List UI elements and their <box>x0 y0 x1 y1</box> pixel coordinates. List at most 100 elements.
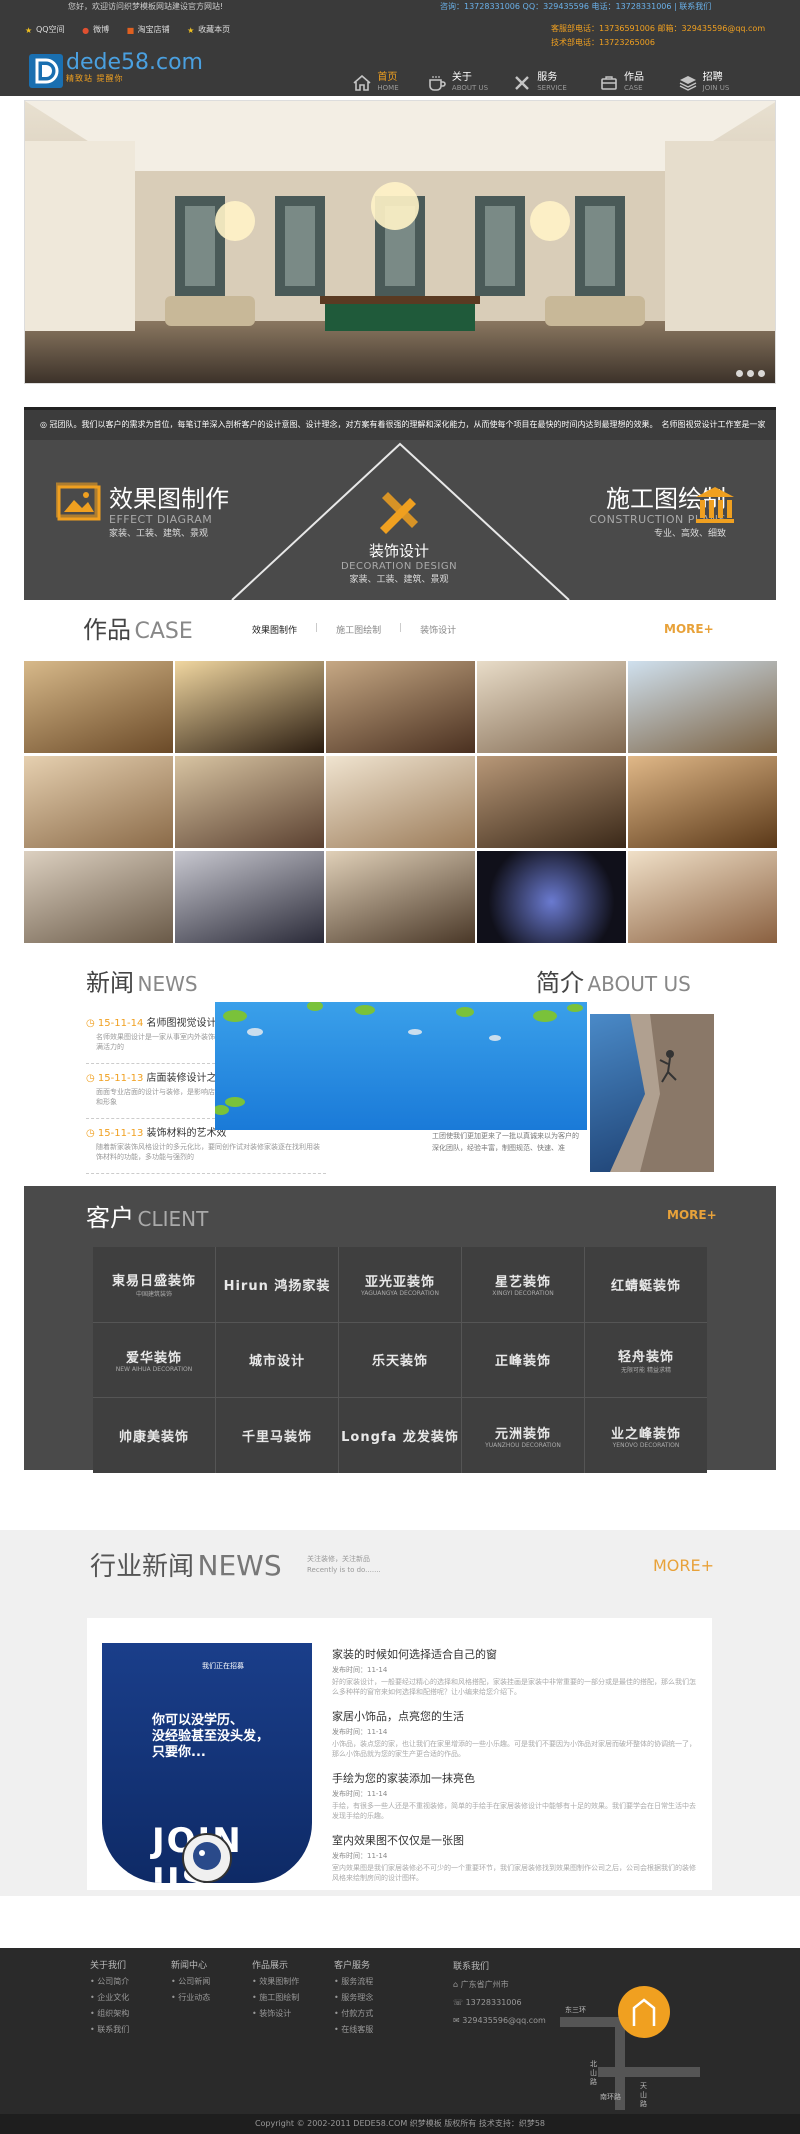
cup-icon <box>429 76 446 91</box>
client-logo[interactable]: 元洲装饰 YUANZHOU DECORATION <box>462 1398 584 1473</box>
industry-news-item[interactable]: 家装的时候如何选择适合自己的窗 发布时间：11-14 好的家装设计，一般要经过精… <box>332 1646 697 1708</box>
case-thumb[interactable] <box>477 661 626 753</box>
client-logo[interactable]: 业之峰装饰 YENOVO DECORATION <box>585 1398 707 1473</box>
industry-news-item[interactable]: 手绘为您的家装添加一抹亮色 发布时间：11-14 手绘，有很多一些人还是不重视装… <box>332 1770 697 1832</box>
stack-icon <box>679 76 696 91</box>
case-thumb[interactable] <box>24 661 173 753</box>
client-logo[interactable]: Longfa 龙发装饰 <box>339 1398 461 1473</box>
overlay-advert[interactable] <box>215 1002 587 1130</box>
footer-link[interactable]: • 组织架构 <box>90 2006 129 2022</box>
footer-link[interactable]: • 公司简介 <box>90 1974 129 1990</box>
client-logo[interactable]: 東易日盛装饰 中国建筑装饰 <box>93 1247 215 1322</box>
footer-link[interactable]: • 企业文化 <box>90 1990 129 2006</box>
service-center-en: DECORATION DESIGN <box>340 561 458 572</box>
hero-banner[interactable] <box>24 100 776 384</box>
case-thumb[interactable] <box>628 851 777 943</box>
industry-news-desc: 室内效果图是我们家居装修必不可少的一个重要环节，我们家居装修找到效果图制作公司之… <box>332 1864 696 1882</box>
industry-news-title: 手绘为您的家装添加一抹亮色 <box>332 1772 475 1785</box>
footer-link[interactable]: • 服务理念 <box>334 1990 373 2006</box>
client-name: 元洲装饰 <box>494 1426 551 1442</box>
footer-link[interactable]: • 服务流程 <box>334 1974 373 1990</box>
client-logo[interactable]: 城市设计 <box>216 1322 338 1398</box>
poster-line-3: 只要你... <box>152 1745 206 1760</box>
case-thumb[interactable] <box>477 851 626 943</box>
footer-address: 广东省广州市 <box>460 1980 509 1989</box>
footer-link[interactable]: • 付款方式 <box>334 2006 373 2022</box>
case-thumb[interactable] <box>175 661 324 753</box>
service-center-desc: 家装、工装、建筑、景观 <box>349 575 449 585</box>
bookmark-star-icon: ★ <box>187 26 195 35</box>
footer-link[interactable]: • 施工图绘制 <box>252 1990 299 2006</box>
case-thumb[interactable] <box>477 756 626 848</box>
services-band: 效果图制作 EFFECT DIAGRAM 家装、工装、建筑、景观 装饰设计 DE… <box>24 440 776 600</box>
case-thumb[interactable] <box>326 756 475 848</box>
banner-interior-image <box>25 101 775 383</box>
footer-email[interactable]: 329435596@qq.com <box>462 2016 546 2025</box>
footer-col-service: 客户服务 • 服务流程 • 服务理念 • 付款方式 • 在线客服 <box>334 1958 373 2038</box>
taobao-link[interactable]: ■ 淘宝店铺 <box>127 24 170 35</box>
case-thumb[interactable] <box>326 661 475 753</box>
footer-link[interactable]: • 公司新闻 <box>171 1974 210 1990</box>
nav-join[interactable]: 招聘 JOIN US <box>663 64 745 102</box>
client-logo[interactable]: 星艺装饰 XINGYI DECORATION <box>462 1247 584 1322</box>
industry-more-link[interactable]: MORE+ <box>653 1556 714 1575</box>
footer-link[interactable]: • 行业动态 <box>171 1990 210 2006</box>
client-name: 城市设计 <box>248 1354 305 1370</box>
site-logo[interactable]: dede58.com 精致站 提醒你 <box>28 52 203 89</box>
service-effect-diagram[interactable]: 效果图制作 EFFECT DIAGRAM 家装、工装、建筑、景观 <box>109 485 229 539</box>
footer-map[interactable]: 东三环 北山路 天山路 南环路 <box>560 1960 710 2110</box>
case-thumb[interactable] <box>24 756 173 848</box>
case-thumb[interactable] <box>175 851 324 943</box>
case-thumb[interactable] <box>326 851 475 943</box>
case-grid <box>24 661 777 943</box>
tab-effect-diagram[interactable]: 效果图制作 <box>252 623 297 636</box>
client-logo[interactable]: 红蜻蜓装饰 <box>585 1247 707 1322</box>
tab-construction[interactable]: 施工图绘制 <box>336 623 381 636</box>
industry-title: 行业新闻 <box>90 1552 195 1582</box>
industry-news-item[interactable]: 室内效果图不仅仅是一张图 发布时间：11-14 室内效果图是我们家居装修必不可少… <box>332 1832 697 1894</box>
top-contact-text[interactable]: 咨询：13728331006 QQ：329435596 电话：137283310… <box>440 0 711 14</box>
case-more-link[interactable]: MORE+ <box>664 622 714 636</box>
client-logo[interactable]: 乐天装饰 <box>339 1322 461 1398</box>
astronaut-icon <box>182 1833 232 1883</box>
footer-col-head: 客户服务 <box>334 1961 371 1971</box>
industry-news-item[interactable]: 家居小饰品，点亮您的生活 发布时间：11-14 小饰品，装点您的家，也让我们在家… <box>332 1708 697 1770</box>
footer-link[interactable]: • 在线客服 <box>334 2022 373 2038</box>
tab-divider: | <box>399 623 403 633</box>
footer-link[interactable]: • 联系我们 <box>90 2022 129 2038</box>
news-item[interactable]: ◷ 15-11-13 装饰材料的艺术效 随着新家装饰风格设计的多元化比，要同创作… <box>86 1124 326 1174</box>
client-logo[interactable]: 轻舟装饰 无限可能 精益求精 <box>585 1322 707 1398</box>
qq-space-link[interactable]: ★ QQ空间 <box>25 24 65 35</box>
banner-dot[interactable] <box>758 370 765 377</box>
client-logo[interactable]: 爱华装饰 NEW AIHUA DECORATION <box>93 1322 215 1398</box>
case-thumb[interactable] <box>24 851 173 943</box>
industry-news-title: 室内效果图不仅仅是一张图 <box>332 1834 464 1847</box>
nav-home[interactable]: 首页 HOME <box>335 64 417 102</box>
clock-icon: ◷ <box>86 1018 95 1029</box>
client-logo[interactable]: 正峰装饰 <box>462 1322 584 1398</box>
banner-dot[interactable] <box>736 370 743 377</box>
copyright-text: Copyright © 2002-2011 DEDE58.COM 织梦模板 版权… <box>254 2119 546 2128</box>
case-thumb[interactable] <box>628 661 777 753</box>
case-thumb[interactable] <box>628 756 777 848</box>
case-heading: 作品 CASE <box>83 610 193 645</box>
case-thumb[interactable] <box>175 756 324 848</box>
nav-service[interactable]: 服务 SERVICE <box>499 64 581 102</box>
nav-case[interactable]: 作品 CASE <box>581 64 663 102</box>
industry-news-date: 发布时间：11-14 <box>332 1790 388 1798</box>
join-us-poster[interactable]: 我们正在招募 你可以没学历、 没经验甚至没头发， 只要你... JOIN US <box>102 1643 312 1883</box>
tab-decoration[interactable]: 装饰设计 <box>420 623 456 636</box>
banner-dot[interactable] <box>747 370 754 377</box>
client-logo[interactable]: Hirun 鸿扬家装 <box>216 1247 338 1322</box>
news-date: 15-11-13 <box>97 1073 144 1084</box>
service-decoration-design[interactable]: 装饰设计 DECORATION DESIGN 家装、工装、建筑、景观 <box>324 540 474 585</box>
nav-about[interactable]: 关于 ABOUT US <box>417 64 499 102</box>
weibo-link[interactable]: ● 微博 <box>82 24 109 35</box>
client-logo[interactable]: 亚光亚装饰 YAGUANGYA DECORATION <box>339 1247 461 1322</box>
client-more-link[interactable]: MORE+ <box>667 1208 717 1222</box>
footer-link[interactable]: • 装饰设计 <box>252 2006 299 2022</box>
client-logo[interactable]: 千里马装饰 <box>216 1398 338 1473</box>
footer-link[interactable]: • 效果图制作 <box>252 1974 299 1990</box>
bookmark-link[interactable]: ★ 收藏本页 <box>187 24 230 35</box>
client-logo[interactable]: 帅康美装饰 <box>93 1398 215 1473</box>
